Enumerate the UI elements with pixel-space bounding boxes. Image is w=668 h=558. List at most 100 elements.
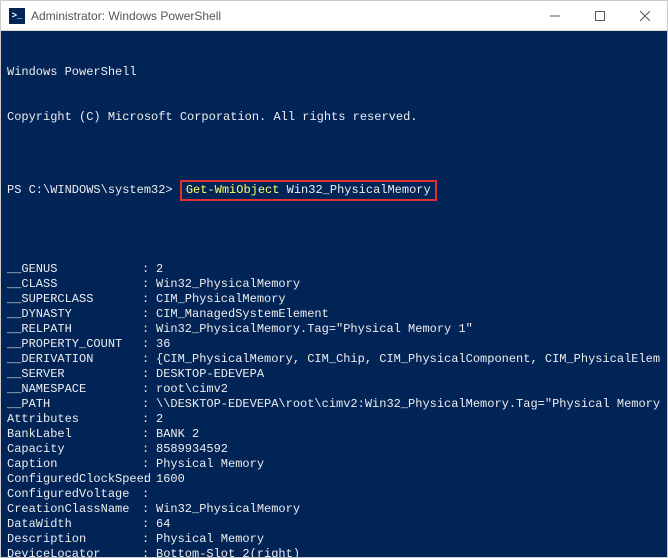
- property-value: Win32_PhysicalMemory: [156, 277, 661, 292]
- property-row: Description: Physical Memory: [7, 532, 661, 547]
- property-key: __DERIVATION: [7, 352, 142, 367]
- command-highlight-box: Get-WmiObject Win32_PhysicalMemory: [180, 180, 437, 201]
- property-key: BankLabel: [7, 427, 142, 442]
- property-key: ConfiguredClockSpeed: [7, 472, 142, 487]
- property-key: DataWidth: [7, 517, 142, 532]
- close-icon: [640, 11, 650, 21]
- property-separator: :: [142, 352, 156, 367]
- property-row: Attributes: 2: [7, 412, 661, 427]
- property-row: BankLabel: BANK 2: [7, 427, 661, 442]
- property-value: 2: [156, 262, 661, 277]
- minimize-icon: [550, 11, 560, 21]
- prompt-line: PS C:\WINDOWS\system32> Get-WmiObject Wi…: [7, 180, 661, 201]
- property-row: __DERIVATION: {CIM_PhysicalMemory, CIM_C…: [7, 352, 661, 367]
- properties-output: __GENUS: 2__CLASS: Win32_PhysicalMemory_…: [7, 262, 661, 557]
- property-value: Bottom-Slot 2(right): [156, 547, 661, 557]
- titlebar-buttons: [532, 1, 667, 30]
- property-key: CreationClassName: [7, 502, 142, 517]
- property-key: __SUPERCLASS: [7, 292, 142, 307]
- close-button[interactable]: [622, 1, 667, 30]
- property-key: ConfiguredVoltage: [7, 487, 142, 502]
- property-value: DESKTOP-EDEVEPA: [156, 367, 661, 382]
- property-key: __GENUS: [7, 262, 142, 277]
- property-row: Caption: Physical Memory: [7, 457, 661, 472]
- property-value: Win32_PhysicalMemory: [156, 502, 661, 517]
- window-title: Administrator: Windows PowerShell: [31, 9, 532, 23]
- command-arg: Win32_PhysicalMemory: [279, 183, 430, 197]
- property-row: __CLASS: Win32_PhysicalMemory: [7, 277, 661, 292]
- property-separator: :: [142, 382, 156, 397]
- property-key: Caption: [7, 457, 142, 472]
- property-separator: :: [142, 277, 156, 292]
- property-row: ConfiguredClockSpeed: 1600: [7, 472, 661, 487]
- property-separator: :: [142, 517, 156, 532]
- property-key: __PATH: [7, 397, 142, 412]
- property-separator: :: [142, 337, 156, 352]
- property-row: DeviceLocator: Bottom-Slot 2(right): [7, 547, 661, 557]
- property-separator: :: [142, 472, 156, 487]
- property-key: __DYNASTY: [7, 307, 142, 322]
- property-separator: :: [142, 442, 156, 457]
- property-row: __SERVER: DESKTOP-EDEVEPA: [7, 367, 661, 382]
- property-value: 1600: [156, 472, 661, 487]
- property-row: __NAMESPACE: root\cimv2: [7, 382, 661, 397]
- property-row: __PATH: \\DESKTOP-EDEVEPA\root\cimv2:Win…: [7, 397, 661, 412]
- property-value: root\cimv2: [156, 382, 661, 397]
- property-key: __NAMESPACE: [7, 382, 142, 397]
- property-separator: :: [142, 367, 156, 382]
- property-separator: :: [142, 487, 156, 502]
- property-value: BANK 2: [156, 427, 661, 442]
- property-row: __PROPERTY_COUNT: 36: [7, 337, 661, 352]
- powershell-window: >_ Administrator: Windows PowerShell Win…: [0, 0, 668, 558]
- maximize-icon: [595, 11, 605, 21]
- prompt-prefix: PS C:\WINDOWS\system32>: [7, 183, 180, 197]
- property-key: DeviceLocator: [7, 547, 142, 557]
- property-separator: :: [142, 502, 156, 517]
- property-value: \\DESKTOP-EDEVEPA\root\cimv2:Win32_Physi…: [156, 397, 661, 412]
- property-separator: :: [142, 262, 156, 277]
- property-key: Attributes: [7, 412, 142, 427]
- property-value: CIM_PhysicalMemory: [156, 292, 661, 307]
- header-line-1: Windows PowerShell: [7, 65, 661, 80]
- property-value: Physical Memory: [156, 532, 661, 547]
- property-key: __PROPERTY_COUNT: [7, 337, 142, 352]
- maximize-button[interactable]: [577, 1, 622, 30]
- terminal-body[interactable]: Windows PowerShell Copyright (C) Microso…: [1, 31, 667, 557]
- property-row: __GENUS: 2: [7, 262, 661, 277]
- header-line-2: Copyright (C) Microsoft Corporation. All…: [7, 110, 661, 125]
- property-separator: :: [142, 292, 156, 307]
- property-separator: :: [142, 532, 156, 547]
- property-separator: :: [142, 457, 156, 472]
- property-row: __SUPERCLASS: CIM_PhysicalMemory: [7, 292, 661, 307]
- property-separator: :: [142, 547, 156, 557]
- property-value: Win32_PhysicalMemory.Tag="Physical Memor…: [156, 322, 661, 337]
- property-separator: :: [142, 397, 156, 412]
- property-value: 64: [156, 517, 661, 532]
- property-row: __DYNASTY: CIM_ManagedSystemElement: [7, 307, 661, 322]
- property-value: [156, 487, 661, 502]
- property-value: 36: [156, 337, 661, 352]
- property-value: Physical Memory: [156, 457, 661, 472]
- command-cmdlet: Get-WmiObject: [186, 183, 280, 197]
- titlebar[interactable]: >_ Administrator: Windows PowerShell: [1, 1, 667, 31]
- property-separator: :: [142, 307, 156, 322]
- property-row: Capacity: 8589934592: [7, 442, 661, 457]
- property-key: __SERVER: [7, 367, 142, 382]
- property-row: __RELPATH: Win32_PhysicalMemory.Tag="Phy…: [7, 322, 661, 337]
- property-value: 2: [156, 412, 661, 427]
- property-separator: :: [142, 427, 156, 442]
- minimize-button[interactable]: [532, 1, 577, 30]
- property-row: CreationClassName: Win32_PhysicalMemory: [7, 502, 661, 517]
- property-key: Capacity: [7, 442, 142, 457]
- property-key: __RELPATH: [7, 322, 142, 337]
- property-row: DataWidth: 64: [7, 517, 661, 532]
- property-separator: :: [142, 412, 156, 427]
- property-value: CIM_ManagedSystemElement: [156, 307, 661, 322]
- powershell-icon: >_: [9, 8, 25, 24]
- property-separator: :: [142, 322, 156, 337]
- property-row: ConfiguredVoltage:: [7, 487, 661, 502]
- property-key: Description: [7, 532, 142, 547]
- property-value: 8589934592: [156, 442, 661, 457]
- property-key: __CLASS: [7, 277, 142, 292]
- property-value: {CIM_PhysicalMemory, CIM_Chip, CIM_Physi…: [156, 352, 661, 367]
